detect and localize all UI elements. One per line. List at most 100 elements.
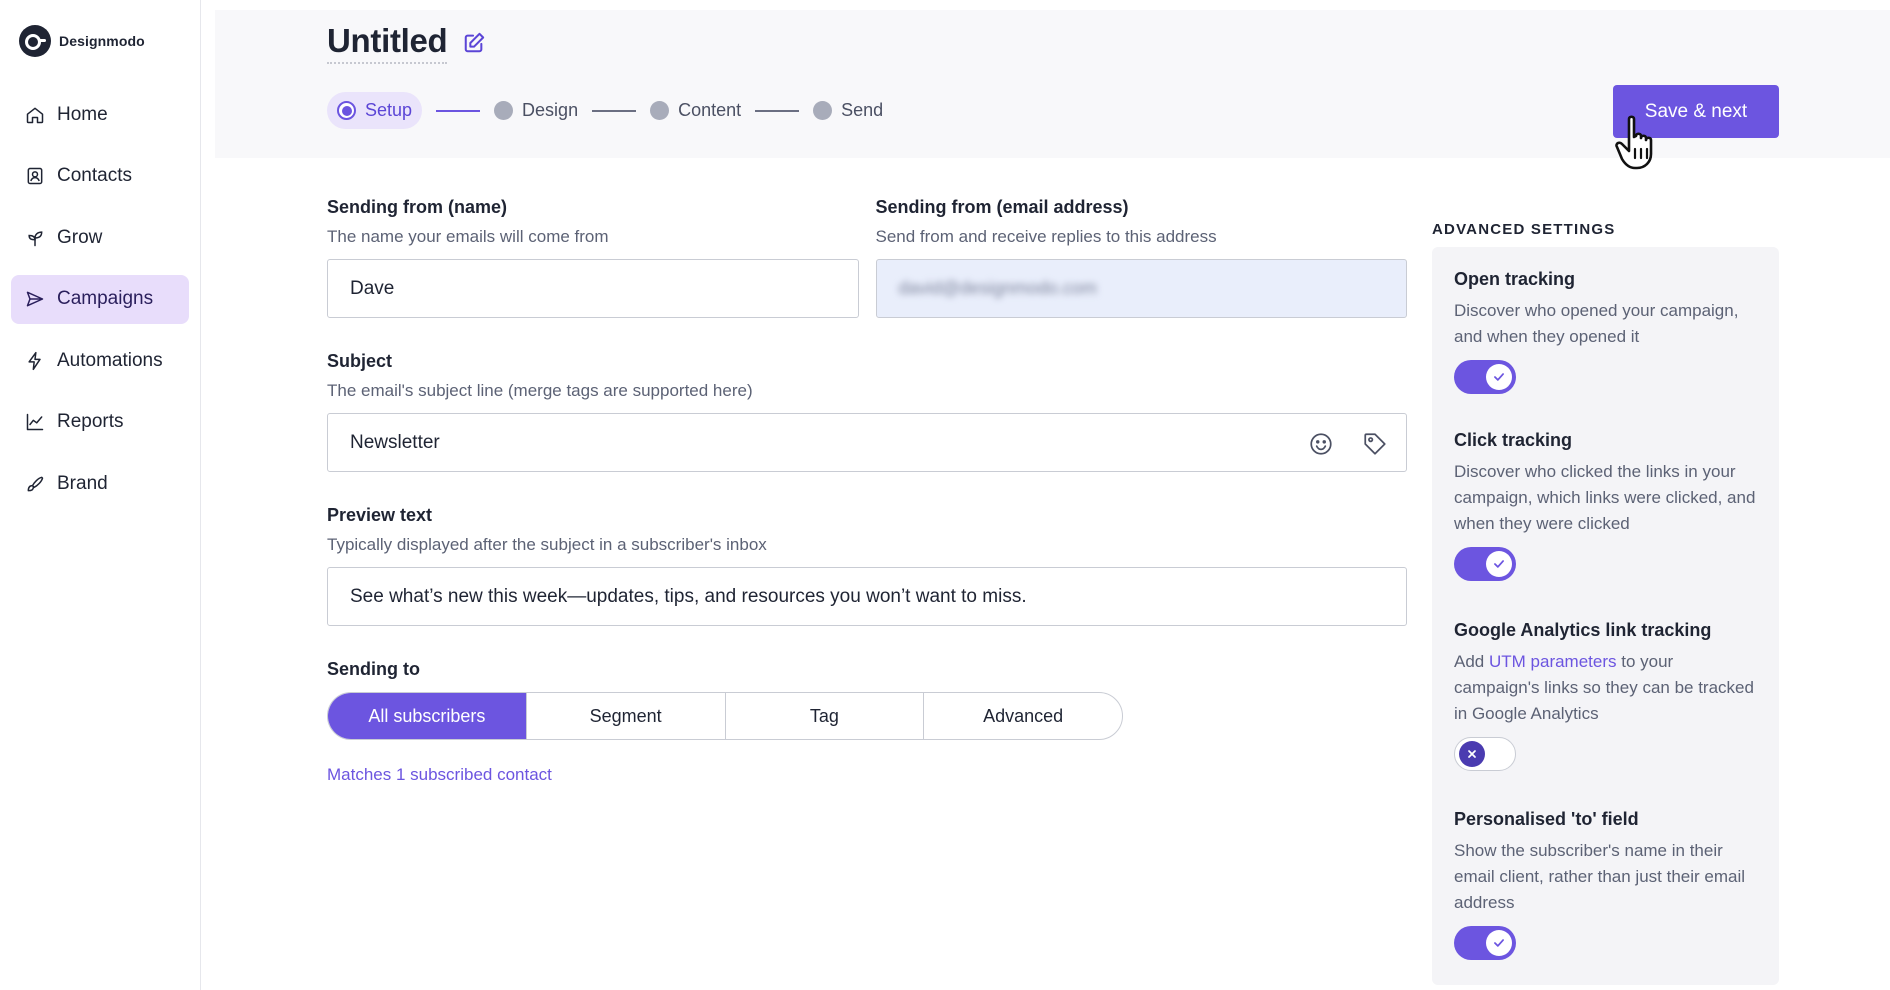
preview-text-label: Preview text xyxy=(327,505,433,525)
hand-cursor-icon xyxy=(1615,115,1653,170)
from-name-value: Dave xyxy=(350,277,395,299)
ga-tracking-toggle[interactable] xyxy=(1454,737,1516,771)
step-connector xyxy=(755,109,800,112)
from-name-input[interactable]: Dave xyxy=(327,259,859,318)
subject-input[interactable]: Newsletter xyxy=(327,413,1407,472)
audience-option-segment[interactable]: Segment xyxy=(527,693,726,739)
personalised-to-title: Personalised 'to' field xyxy=(1454,809,1639,829)
subject-label: Subject xyxy=(327,351,393,371)
home-icon xyxy=(26,107,44,123)
sidebar-item-automations[interactable]: Automations xyxy=(11,336,189,385)
from-email-input[interactable]: david@designmodo.com xyxy=(875,259,1407,318)
step-label: Setup xyxy=(365,100,413,120)
step-label: Design xyxy=(522,100,579,120)
step-connector xyxy=(436,109,481,112)
tag-icon[interactable] xyxy=(1362,431,1388,457)
step-label: Content xyxy=(678,100,742,120)
matches-count-link[interactable]: Matches 1 subscribed contact xyxy=(327,765,1407,785)
click-tracking-title: Click tracking xyxy=(1454,430,1573,450)
sidebar-item-label: Brand xyxy=(57,472,108,494)
sidebar-item-label: Reports xyxy=(57,411,124,432)
stepper: Setup Design Content Send xyxy=(327,92,883,129)
ga-tracking-desc: Add UTM parameters to your campaign's li… xyxy=(1454,649,1757,727)
step-dot-icon xyxy=(650,101,670,120)
lightning-icon xyxy=(28,351,41,370)
audience-option-all-subscribers[interactable]: All subscribers xyxy=(328,693,527,739)
from-name-hint: The name your emails will come from xyxy=(327,227,609,246)
personalised-to-setting: Personalised 'to' field Show the subscri… xyxy=(1454,809,1757,960)
ga-tracking-title: Google Analytics link tracking xyxy=(1454,620,1712,640)
subject-hint: The email's subject line (merge tags are… xyxy=(327,381,753,400)
audience-option-advanced[interactable]: Advanced xyxy=(924,693,1122,739)
ga-desc-before: Add xyxy=(1454,652,1489,671)
logo-text: Designmodo xyxy=(59,33,145,49)
open-tracking-toggle[interactable] xyxy=(1454,360,1516,394)
sending-to-label: Sending to xyxy=(327,659,420,679)
from-email-value: david@designmodo.com xyxy=(898,278,1097,298)
sidebar-item-contacts[interactable]: Contacts xyxy=(11,152,189,201)
click-tracking-desc: Discover who clicked the links in your c… xyxy=(1454,462,1756,533)
sidebar-item-brand[interactable]: Brand xyxy=(11,459,189,508)
audience-option-tag[interactable]: Tag xyxy=(726,693,925,739)
page-title[interactable]: Untitled xyxy=(327,22,448,64)
subject-value: Newsletter xyxy=(350,431,440,453)
edit-icon[interactable] xyxy=(463,32,485,54)
step-send[interactable]: Send xyxy=(813,100,883,121)
check-icon xyxy=(1494,939,1504,947)
advanced-settings-panel: Open tracking Discover who opened your c… xyxy=(1432,247,1779,985)
utm-parameters-link[interactable]: UTM parameters xyxy=(1489,652,1617,671)
sidebar-item-label: Contacts xyxy=(57,165,132,186)
from-name-label: Sending from (name) xyxy=(327,197,508,217)
toggle-knob xyxy=(1486,930,1512,956)
step-setup[interactable]: Setup xyxy=(327,92,423,129)
audience-segmented-control: All subscribers Segment Tag Advanced xyxy=(327,692,1123,740)
advanced-settings-heading: ADVANCED SETTINGS xyxy=(1432,221,1616,238)
title-row: Untitled xyxy=(327,22,485,64)
sidebar-item-grow[interactable]: Grow xyxy=(11,213,189,262)
step-design[interactable]: Design xyxy=(494,100,578,121)
sidebar-item-label: Home xyxy=(57,103,108,125)
sidebar-nav: Home Contacts Grow Campaigns Automations… xyxy=(11,90,189,521)
personalised-to-toggle[interactable] xyxy=(1454,926,1516,960)
preview-text-value: See what’s new this week—updates, tips, … xyxy=(350,585,1027,607)
click-tracking-setting: Click tracking Discover who clicked the … xyxy=(1454,430,1757,620)
open-tracking-title: Open tracking xyxy=(1454,269,1576,289)
toggle-knob xyxy=(1486,364,1512,390)
preview-text-hint: Typically displayed after the subject in… xyxy=(327,535,767,554)
open-tracking-desc: Discover who opened your campaign, and w… xyxy=(1454,301,1739,346)
sidebar-item-label: Grow xyxy=(57,226,103,248)
toggle-knob xyxy=(1459,741,1485,767)
step-content[interactable]: Content xyxy=(650,100,741,121)
brush-icon xyxy=(27,476,44,491)
click-tracking-toggle[interactable] xyxy=(1454,547,1516,581)
sidebar-item-campaigns[interactable]: Campaigns xyxy=(11,274,189,324)
close-icon xyxy=(1468,750,1476,758)
step-dot-icon xyxy=(494,101,514,120)
sidebar-item-label: Automations xyxy=(57,349,163,371)
campaign-setup-form: Sending from (name) The name your emails… xyxy=(327,197,1407,785)
subject-input-actions xyxy=(1308,431,1388,457)
ga-tracking-setting: Google Analytics link tracking Add UTM p… xyxy=(1454,620,1757,809)
sidebar: Designmodo Home Contacts Grow Campaigns … xyxy=(0,0,201,990)
personalised-to-desc: Show the subscriber's name in their emai… xyxy=(1454,841,1746,912)
step-connector xyxy=(592,109,637,112)
check-icon xyxy=(1494,560,1504,568)
preview-text-input[interactable]: See what’s new this week—updates, tips, … xyxy=(327,567,1407,626)
sidebar-item-home[interactable]: Home xyxy=(11,90,189,139)
check-icon xyxy=(1494,373,1504,381)
sidebar-item-label: Campaigns xyxy=(57,288,154,309)
from-email-hint: Send from and receive replies to this ad… xyxy=(875,227,1217,246)
logo[interactable]: Designmodo xyxy=(19,25,145,57)
emoji-icon[interactable] xyxy=(1308,431,1334,457)
send-icon xyxy=(26,291,44,307)
chart-icon xyxy=(26,413,44,431)
open-tracking-setting: Open tracking Discover who opened your c… xyxy=(1454,269,1757,430)
sprout-icon xyxy=(28,230,43,246)
step-dot-icon xyxy=(813,101,833,120)
logo-mark-icon xyxy=(19,25,51,57)
from-email-label: Sending from (email address) xyxy=(875,197,1129,217)
sidebar-item-reports[interactable]: Reports xyxy=(11,398,189,447)
contacts-icon xyxy=(27,167,43,185)
step-dot-icon xyxy=(337,101,356,120)
step-label: Send xyxy=(841,100,884,120)
